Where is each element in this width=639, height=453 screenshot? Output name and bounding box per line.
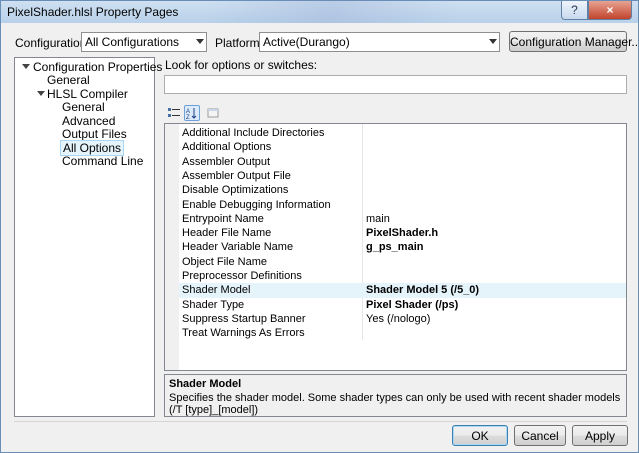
property-name: Enable Debugging Information [182,198,331,211]
categorized-icon[interactable] [166,105,182,121]
chevron-down-icon [196,39,204,44]
tree-item-advanced[interactable]: Advanced [62,114,115,128]
configuration-value: All Configurations [85,35,180,49]
property-row[interactable]: Header Variable Name g_ps_main [179,240,626,254]
property-name: Preprocessor Definitions [182,270,302,282]
property-name: Entrypoint Name [182,212,264,225]
description-title: Shader Model [169,378,242,390]
tree-item-hlsl-compiler[interactable]: HLSL Compiler [47,87,128,101]
property-row[interactable]: Additional Include Directories [179,126,626,140]
property-name: Additional Options [182,141,272,154]
property-tree[interactable]: Configuration Properties General HLSL Co… [14,57,162,417]
property-name: Assembler Output [182,155,271,168]
property-row[interactable]: Suppress Startup Banner Yes (/nologo) [179,312,626,326]
tree-item-hlsl-general[interactable]: General [62,100,105,114]
property-row[interactable]: Assembler Output [179,155,626,169]
property-row[interactable]: Header File Name PixelShader.h [179,226,626,240]
property-row[interactable]: Treat Warnings As Errors [179,326,626,340]
property-pages-window: PixelShader.hlsl Property Pages ? × Conf… [0,0,639,453]
property-row[interactable]: Assembler Output File [179,169,626,183]
property-name: Treat Warnings As Errors [182,327,305,340]
property-name: Object File Name [182,255,267,268]
expand-icon[interactable] [37,91,45,96]
property-name: Shader Model [182,284,251,297]
ok-button[interactable]: OK [452,425,508,446]
platform-value: Active(Durango) [263,35,350,49]
property-name: Shader Type [182,298,245,311]
configuration-dropdown[interactable]: All Configurations [81,32,207,52]
property-row[interactable]: Entrypoint Name main [179,212,626,226]
property-grid[interactable]: Additional Include Directories Additional… [164,123,627,371]
svg-text:Z: Z [186,115,190,119]
title-bar[interactable]: PixelShader.hlsl Property Pages ? × [1,1,638,23]
apply-button[interactable]: Apply [572,425,628,446]
search-input[interactable] [164,75,627,94]
property-row[interactable]: Disable Optimizations [179,183,626,197]
grid-gutter [165,124,179,370]
property-row[interactable]: Additional Options [179,140,626,154]
property-value[interactable]: g_ps_main [366,240,423,254]
platform-dropdown[interactable]: Active(Durango) [259,32,500,52]
property-name: Disable Optimizations [182,184,289,197]
property-name: Header File Name [182,227,272,240]
tree-item-configuration-properties[interactable]: Configuration Properties [33,60,162,74]
property-value[interactable]: main [366,212,390,226]
property-name: Header Variable Name [182,241,294,254]
configuration-label: Configuration: [15,36,90,50]
alphabetical-icon[interactable]: AZ [184,105,200,121]
property-name: Assembler Output File [182,169,291,182]
search-label: Look for options or switches: [165,58,318,72]
property-value[interactable]: Yes (/nologo) [366,312,430,326]
property-row[interactable]: Shader Type Pixel Shader (/ps) [179,298,626,312]
chevron-down-icon [489,39,497,44]
window-title: PixelShader.hlsl Property Pages [7,5,179,19]
description-panel: Shader Model Specifies the shader model.… [164,374,627,417]
configuration-manager-button[interactable]: Configuration Manager... [509,31,639,52]
property-value[interactable]: PixelShader.h [366,226,438,240]
property-row[interactable]: Preprocessor Definitions [179,269,626,283]
tree-item-command-line[interactable]: Command Line [62,154,143,168]
divider [14,421,627,422]
help-button[interactable]: ? [561,1,588,20]
property-row[interactable]: Object File Name [179,255,626,269]
expand-icon[interactable] [22,64,30,69]
tree-item-output-files[interactable]: Output Files [62,127,127,141]
title-bar-glass [201,1,461,23]
property-name: Suppress Startup Banner [182,312,306,325]
property-value[interactable]: Pixel Shader (/ps) [366,298,458,312]
platform-label: Platform: [215,36,264,50]
property-pages-icon[interactable] [205,105,221,121]
property-row[interactable]: Enable Debugging Information [179,198,626,212]
close-button[interactable]: × [588,1,632,20]
description-text: Specifies the shader model. Some shader … [169,392,621,416]
property-row[interactable]: Shader Model Shader Model 5 (/5_0) [179,283,626,298]
property-value[interactable]: Shader Model 5 (/5_0) [366,283,479,297]
tree-item-general[interactable]: General [47,73,90,87]
title-buttons: ? × [561,1,632,20]
cancel-button[interactable]: Cancel [514,425,566,446]
property-name: Additional Include Directories [182,127,325,139]
